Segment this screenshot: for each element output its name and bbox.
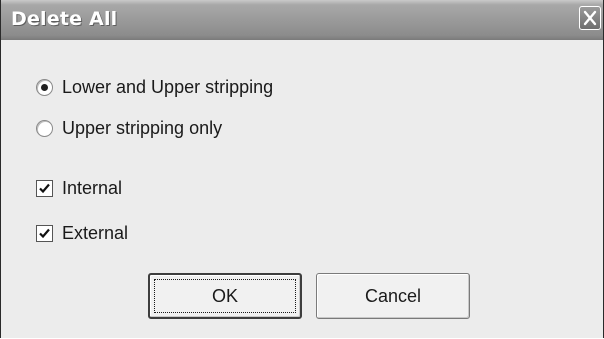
close-button[interactable] (579, 6, 601, 30)
checkmark-icon (39, 183, 50, 193)
radio-upper-stripping-only[interactable]: Upper stripping only (36, 117, 222, 139)
radio-button-selected[interactable] (36, 78, 53, 96)
cancel-button[interactable]: Cancel (316, 273, 470, 319)
focus-ring (154, 279, 296, 313)
checkbox-label: Internal (62, 177, 123, 198)
checkbox-label: External (62, 222, 129, 243)
checkbox-internal[interactable]: Internal (36, 177, 122, 199)
title-bar[interactable]: Delete All (1, 0, 603, 40)
cancel-button-label: Cancel (364, 285, 422, 306)
checkmark-icon (39, 228, 50, 238)
ok-button[interactable]: OK (148, 273, 302, 319)
radio-lower-and-upper-stripping[interactable]: Lower and Upper stripping (36, 76, 273, 98)
dialog-title: Delete All (11, 8, 118, 30)
delete-all-dialog: Delete All Lower and Upper stripping Upp… (0, 0, 604, 338)
close-icon (583, 10, 597, 26)
checkbox-external[interactable]: External (36, 222, 128, 244)
checkbox[interactable] (36, 179, 53, 197)
radio-label: Lower and Upper stripping (62, 76, 274, 97)
checkbox[interactable] (36, 224, 53, 242)
radio-button[interactable] (36, 119, 53, 137)
radio-label: Upper stripping only (62, 117, 223, 138)
